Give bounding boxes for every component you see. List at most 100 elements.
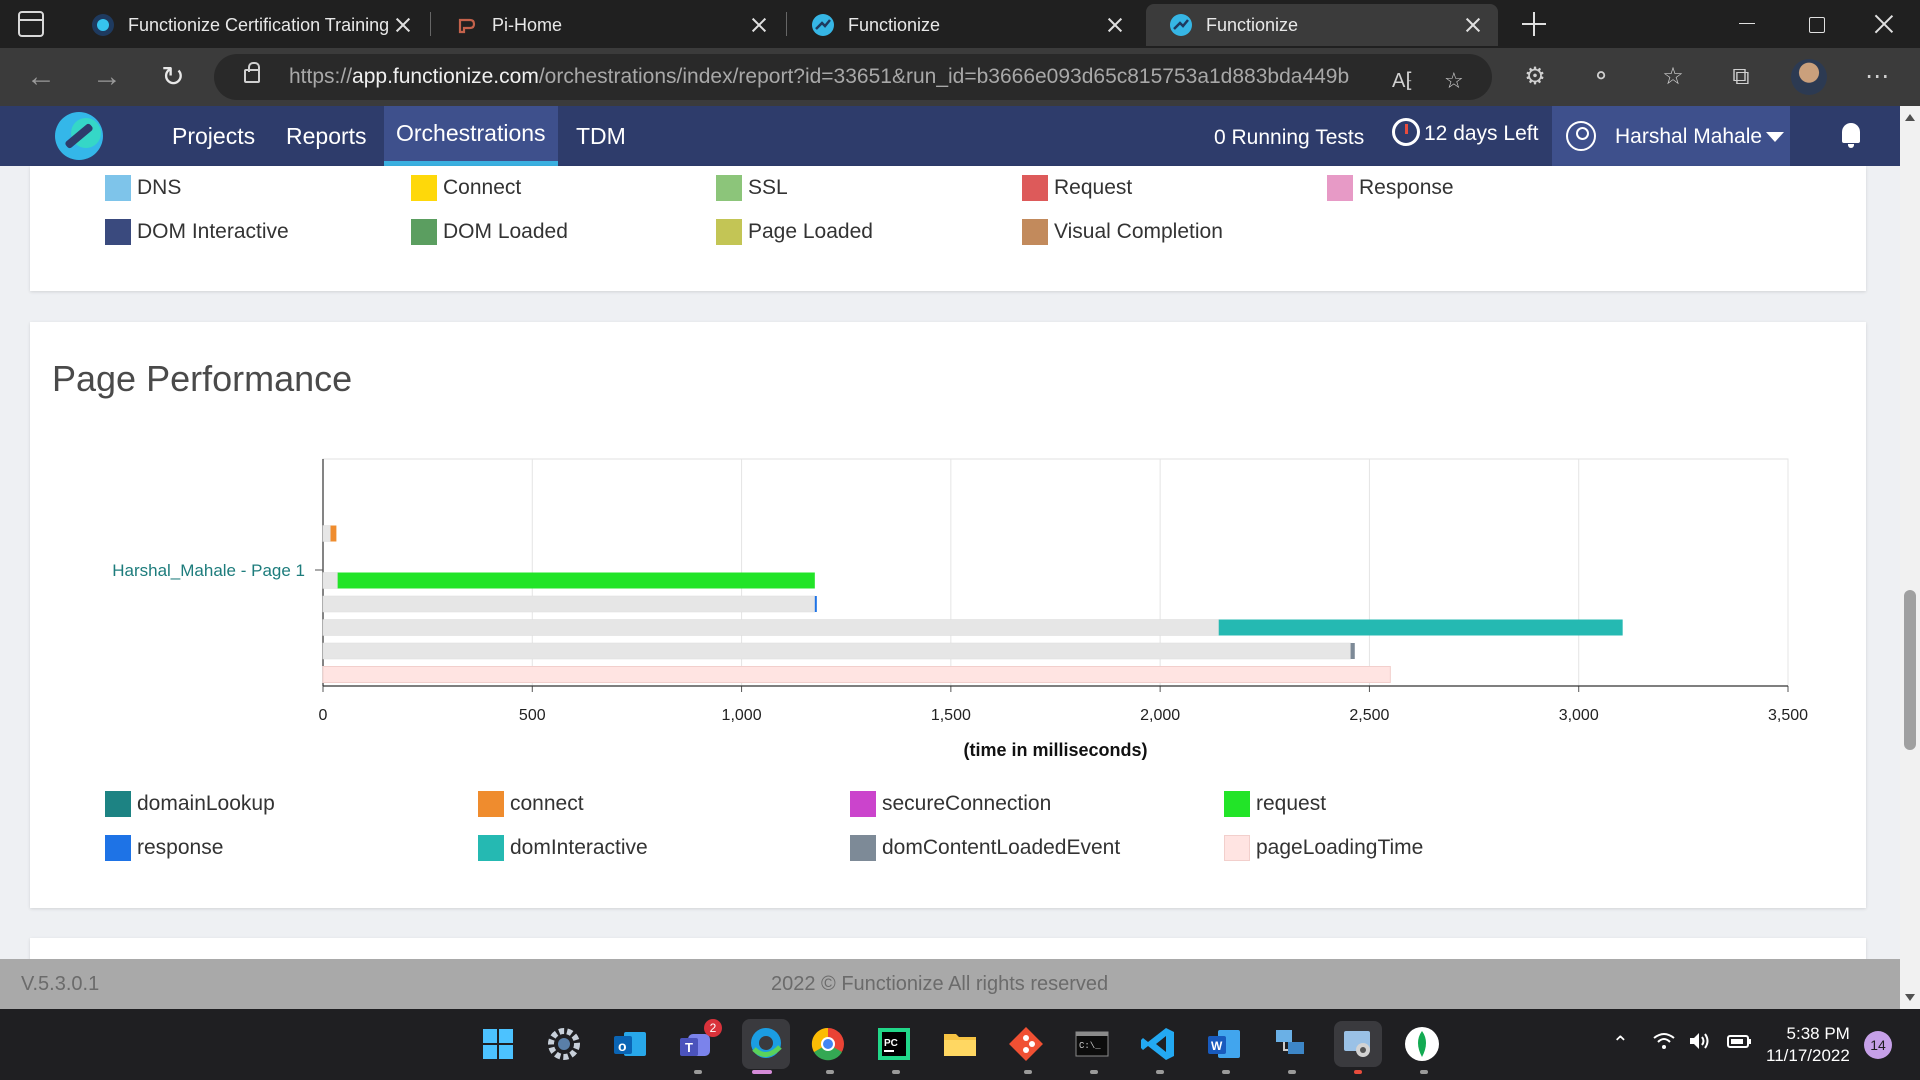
scroll-down-arrow-icon[interactable] (1905, 994, 1915, 1001)
x-tick-label: 0 (319, 707, 328, 724)
legend-swatch (105, 835, 131, 861)
legend-swatch (105, 175, 131, 201)
svg-text:W: W (1211, 1039, 1223, 1053)
scroll-up-arrow-icon[interactable] (1905, 114, 1915, 121)
minimize-window-icon[interactable] (1733, 10, 1761, 38)
running-indicator (1024, 1070, 1032, 1074)
functionize-icon (92, 14, 114, 36)
legend-swatch (716, 175, 742, 201)
close-tab-icon[interactable] (748, 14, 770, 36)
read-aloud-icon[interactable]: A⁅ (1392, 68, 1413, 93)
bar-domContentLoadedEvent (1350, 643, 1355, 659)
app-footer: V.5.3.0.1 2022 © Functionize All rights … (0, 959, 1900, 1009)
browser-essentials-icon[interactable]: ⚙ (1520, 62, 1550, 92)
legend-visual-completion: Visual Completion (1022, 219, 1223, 245)
network-icon[interactable] (1270, 1024, 1310, 1064)
word-icon[interactable]: W (1204, 1024, 1244, 1064)
windows-start-icon[interactable] (478, 1024, 518, 1064)
chrome-icon[interactable] (808, 1024, 848, 1064)
browser-tab-3[interactable]: Functionize (788, 4, 1140, 46)
legend-response-series: response (105, 835, 223, 861)
functionize-logo[interactable] (55, 112, 103, 160)
camera-app-icon[interactable] (1334, 1021, 1382, 1067)
y-category-label: Harshal_Mahale - Page 1 (112, 561, 305, 580)
nav-tdm[interactable]: TDM (564, 106, 638, 166)
profile-avatar[interactable] (1791, 59, 1827, 95)
url-text: https://app.functionize.com/orchestratio… (289, 65, 1350, 88)
timing-legend-card: DNS Connect SSL Request Response DOM Int… (30, 166, 1866, 291)
tab-title: Pi-Home (492, 14, 563, 35)
new-tab-icon[interactable] (1522, 12, 1546, 36)
legend-connect: Connect (411, 175, 521, 201)
favorites-star-icon[interactable]: ☆ (1658, 62, 1688, 92)
file-explorer-icon[interactable] (940, 1024, 980, 1064)
tab-actions-icon[interactable] (18, 11, 44, 37)
wifi-icon[interactable] (1652, 1031, 1676, 1057)
running-indicator (1222, 1070, 1230, 1074)
settings-icon[interactable] (544, 1024, 584, 1064)
nav-orchestrations[interactable]: Orchestrations (384, 106, 558, 166)
functionize-icon (812, 14, 834, 36)
battery-icon[interactable] (1726, 1031, 1752, 1057)
app-header: Projects Reports Orchestrations TDM 0 Ru… (0, 106, 1900, 166)
browser-tab-2[interactable]: Pi-Home (432, 4, 784, 46)
nav-reports[interactable]: Reports (274, 106, 379, 166)
legend-domainlookup: domainLookup (105, 791, 275, 817)
git-icon[interactable] (1006, 1024, 1046, 1064)
legend-swatch (850, 791, 876, 817)
legend-swatch (478, 791, 504, 817)
legend-secureconnection: secureConnection (850, 791, 1051, 817)
chevron-up-icon[interactable]: ⌃ (1612, 1031, 1629, 1056)
extensions-puzzle-icon[interactable]: ⚬ (1586, 62, 1616, 92)
legend-swatch (1327, 175, 1353, 201)
tab-title: Functionize Certification Training (128, 14, 390, 35)
mongodb-icon[interactable] (1402, 1024, 1442, 1064)
volume-icon[interactable] (1688, 1031, 1712, 1057)
collections-icon[interactable]: ⧉ (1726, 62, 1756, 92)
back-arrow-icon[interactable]: ← (26, 62, 56, 93)
terminal-icon[interactable]: C:\_ (1072, 1024, 1112, 1064)
running-indicator (1156, 1070, 1164, 1074)
close-tab-icon[interactable] (1462, 14, 1484, 36)
bar-request (337, 572, 815, 589)
taskbar-clock[interactable]: 5:38 PM 11/17/2022 (1766, 1023, 1850, 1067)
page-scrollbar[interactable] (1900, 106, 1920, 1009)
browser-tab-strip: Functionize Certification Training Pi-Ho… (0, 0, 1920, 48)
more-menu-icon[interactable]: ⋯ (1862, 62, 1892, 92)
forward-arrow-icon[interactable]: → (92, 62, 122, 93)
close-window-icon[interactable] (1870, 10, 1898, 38)
clock-time: 5:38 PM (1786, 1024, 1850, 1043)
outlook-icon[interactable]: o (610, 1024, 650, 1064)
legend-swatch (716, 219, 742, 245)
running-indicator (1090, 1070, 1098, 1074)
running-indicator (1354, 1070, 1362, 1074)
scrollbar-thumb[interactable] (1904, 590, 1916, 750)
maximize-window-icon[interactable] (1802, 10, 1830, 38)
running-indicator (694, 1070, 702, 1074)
clock-date: 11/17/2022 (1766, 1046, 1850, 1065)
legend-swatch (105, 791, 131, 817)
timer-clock-icon (1392, 118, 1420, 146)
browser-tab-1[interactable]: Functionize Certification Training (68, 4, 428, 46)
nav-projects[interactable]: Projects (160, 106, 267, 166)
copyright-label: 2022 © Functionize All rights reserved (771, 973, 1109, 995)
performance-chart: 0 500 1,000 1,500 2,000 2,500 3,000 3,500 Harsha… (112, 458, 1808, 760)
notification-count-badge[interactable]: 14 (1864, 1031, 1892, 1059)
tab-title: Functionize (848, 14, 941, 35)
close-tab-icon[interactable] (1104, 14, 1126, 36)
url-input[interactable]: https://app.functionize.com/orchestratio… (214, 54, 1492, 100)
svg-text:T: T (685, 1040, 693, 1055)
x-tick-label: 1,500 (931, 707, 971, 724)
vscode-icon[interactable] (1138, 1024, 1178, 1064)
favorite-star-add-icon[interactable]: ☆ (1444, 68, 1464, 94)
tab-divider (786, 12, 787, 36)
running-tests-label[interactable]: 0 Running Tests (1214, 126, 1364, 150)
refresh-icon[interactable]: ↻ (158, 63, 188, 93)
user-menu[interactable]: Harshal Mahale (1552, 106, 1790, 166)
browser-tab-4-active[interactable]: Functionize (1146, 4, 1498, 46)
legend-swatch (1224, 791, 1250, 817)
notifications-bell-icon[interactable] (1842, 123, 1860, 148)
pycharm-icon[interactable]: PC (874, 1024, 914, 1064)
close-tab-icon[interactable] (392, 14, 414, 36)
edge-icon[interactable] (742, 1019, 790, 1069)
